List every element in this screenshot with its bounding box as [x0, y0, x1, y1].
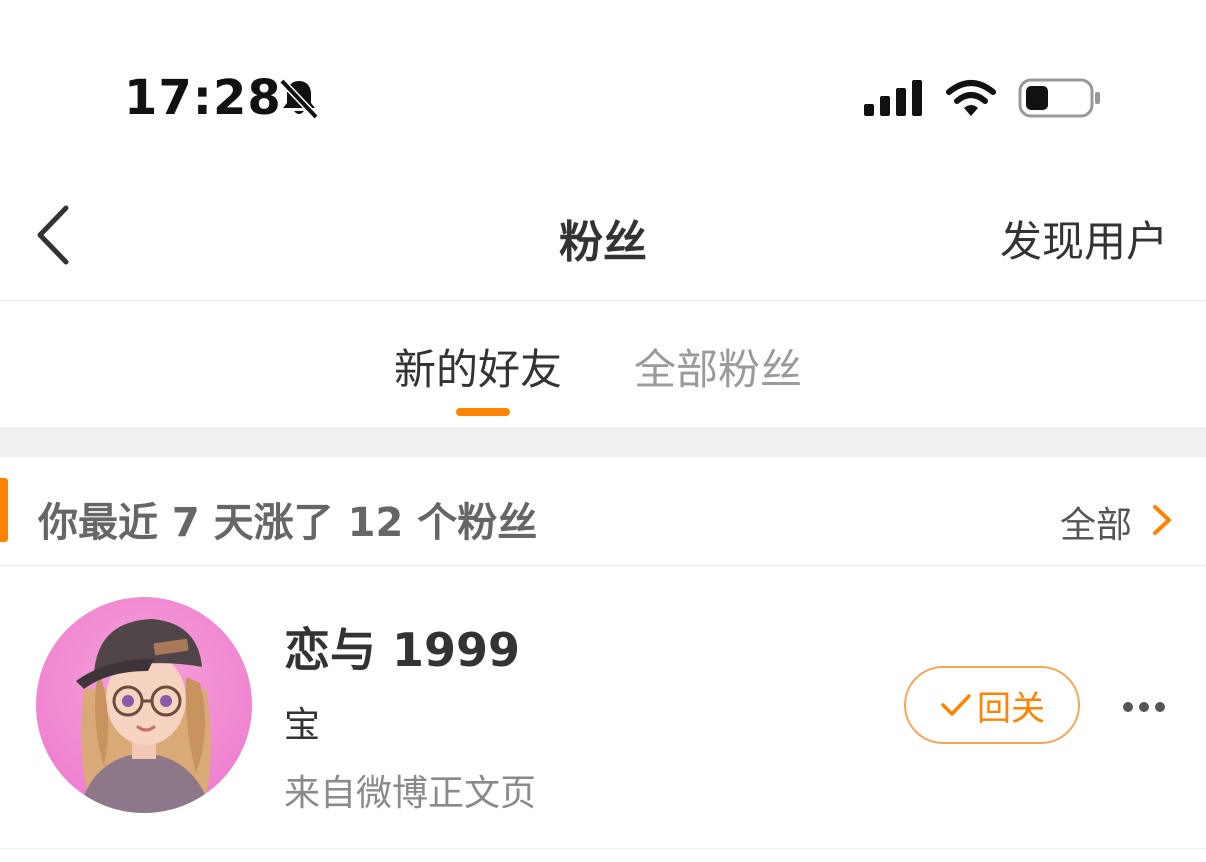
- more-dots-icon[interactable]: [1122, 700, 1166, 714]
- section-separator: [0, 427, 1206, 457]
- discover-users-button[interactable]: 发现用户: [1000, 208, 1168, 269]
- divider: [0, 848, 1206, 849]
- user-name[interactable]: 恋与 1999: [284, 614, 520, 680]
- follow-back-label: 回关: [977, 688, 1045, 729]
- battery-icon: [1018, 78, 1100, 118]
- wifi-icon: [946, 80, 996, 116]
- bell-slash-icon: [279, 78, 319, 120]
- user-remark: 宝: [284, 705, 321, 746]
- avatar-illustration: [36, 597, 252, 813]
- chevron-right-icon[interactable]: [1150, 503, 1174, 537]
- section-title: 你最近 7 天涨了 12 个粉丝: [38, 500, 538, 546]
- signal-icon: [864, 80, 922, 116]
- section-accent-bar: [0, 478, 8, 542]
- avatar[interactable]: [36, 597, 252, 813]
- status-time: 17:28: [124, 70, 282, 126]
- checkmark-icon: [941, 694, 971, 716]
- tab-all-fans[interactable]: 全部粉丝: [634, 336, 802, 397]
- follow-back-button[interactable]: 回关: [904, 666, 1080, 744]
- divider: [0, 300, 1206, 301]
- view-all-link[interactable]: 全部: [1060, 496, 1132, 548]
- divider: [0, 565, 1206, 566]
- tab-indicator: [456, 408, 510, 416]
- tab-new-friends[interactable]: 新的好友: [394, 336, 562, 397]
- follow-source: 来自微博正文页: [284, 773, 537, 814]
